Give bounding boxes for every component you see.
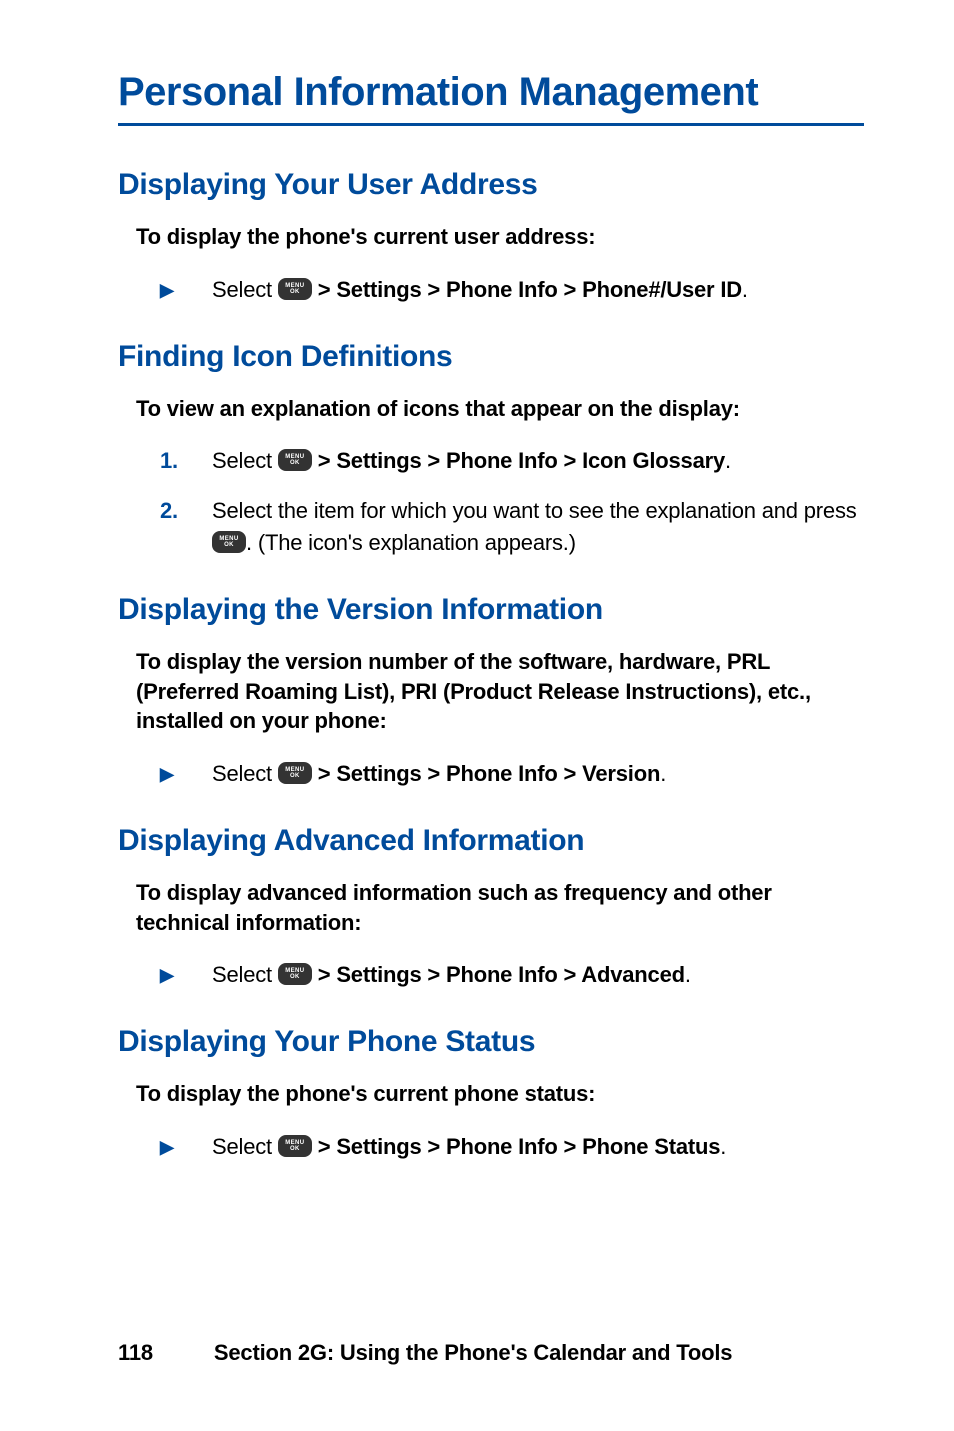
step-post: . (The icon's explanation appears.) bbox=[246, 530, 576, 555]
step-text: Select bbox=[212, 1134, 278, 1159]
section-heading: Displaying Your Phone Status bbox=[118, 1025, 864, 1059]
section-label: Section 2G: Using the Phone's Calendar a… bbox=[214, 1340, 732, 1365]
bullet-number: 1. bbox=[160, 445, 212, 477]
step-post: . bbox=[725, 448, 731, 473]
menu-path: > Settings > Phone Info > Phone Status bbox=[312, 1134, 720, 1159]
section-intro: To display the phone's current user addr… bbox=[136, 222, 864, 252]
step-body: Select MENUOK > Settings > Phone Info > … bbox=[212, 445, 864, 477]
step-post: . bbox=[742, 277, 748, 302]
step-post: . bbox=[660, 761, 666, 786]
step: ▶ Select MENUOK > Settings > Phone Info … bbox=[160, 274, 864, 306]
menu-ok-icon: MENUOK bbox=[278, 1135, 312, 1157]
step-text: Select the item for which you want to se… bbox=[212, 498, 857, 523]
page-content: Personal Information Management Displayi… bbox=[0, 0, 954, 1163]
step-body: Select MENUOK > Settings > Phone Info > … bbox=[212, 959, 864, 991]
bullet-arrow-icon: ▶ bbox=[160, 1131, 212, 1163]
menu-path: > Settings > Phone Info > Phone#/User ID bbox=[312, 277, 742, 302]
section-intro: To view an explanation of icons that app… bbox=[136, 394, 864, 424]
bullet-arrow-icon: ▶ bbox=[160, 274, 212, 306]
step: ▶ Select MENUOK > Settings > Phone Info … bbox=[160, 959, 864, 991]
step-body: Select MENUOK > Settings > Phone Info > … bbox=[212, 274, 864, 306]
menu-path: > Settings > Phone Info > Icon Glossary bbox=[312, 448, 725, 473]
step-body: Select MENUOK > Settings > Phone Info > … bbox=[212, 758, 864, 790]
menu-ok-icon: MENUOK bbox=[278, 963, 312, 985]
bullet-arrow-icon: ▶ bbox=[160, 959, 212, 991]
section-heading: Displaying the Version Information bbox=[118, 593, 864, 627]
page-title: Personal Information Management bbox=[118, 70, 864, 115]
step-body: Select the item for which you want to se… bbox=[212, 495, 864, 559]
step-text: Select bbox=[212, 277, 278, 302]
bullet-arrow-icon: ▶ bbox=[160, 758, 212, 790]
step-body: Select MENUOK > Settings > Phone Info > … bbox=[212, 1131, 864, 1163]
title-underline bbox=[118, 123, 864, 126]
section-intro: To display the phone's current phone sta… bbox=[136, 1079, 864, 1109]
menu-ok-icon: MENUOK bbox=[278, 762, 312, 784]
page-number: 118 bbox=[118, 1340, 208, 1366]
step: 2. Select the item for which you want to… bbox=[160, 495, 864, 559]
step: ▶ Select MENUOK > Settings > Phone Info … bbox=[160, 758, 864, 790]
menu-ok-icon: MENUOK bbox=[278, 278, 312, 300]
step-text: Select bbox=[212, 448, 278, 473]
menu-path: > Settings > Phone Info > Advanced bbox=[312, 962, 685, 987]
step-text: Select bbox=[212, 761, 278, 786]
page-footer: 118 Section 2G: Using the Phone's Calend… bbox=[118, 1340, 732, 1366]
step: 1. Select MENUOK > Settings > Phone Info… bbox=[160, 445, 864, 477]
menu-ok-icon: MENUOK bbox=[212, 531, 246, 553]
step-post: . bbox=[685, 962, 691, 987]
step: ▶ Select MENUOK > Settings > Phone Info … bbox=[160, 1131, 864, 1163]
menu-ok-icon: MENUOK bbox=[278, 449, 312, 471]
step-text: Select bbox=[212, 962, 278, 987]
section-heading: Finding Icon Definitions bbox=[118, 340, 864, 374]
step-post: . bbox=[720, 1134, 726, 1159]
section-heading: Displaying Advanced Information bbox=[118, 824, 864, 858]
section-intro: To display advanced information such as … bbox=[136, 878, 864, 937]
menu-path: > Settings > Phone Info > Version bbox=[312, 761, 660, 786]
bullet-number: 2. bbox=[160, 495, 212, 559]
section-intro: To display the version number of the sof… bbox=[136, 647, 864, 736]
section-heading: Displaying Your User Address bbox=[118, 168, 864, 202]
